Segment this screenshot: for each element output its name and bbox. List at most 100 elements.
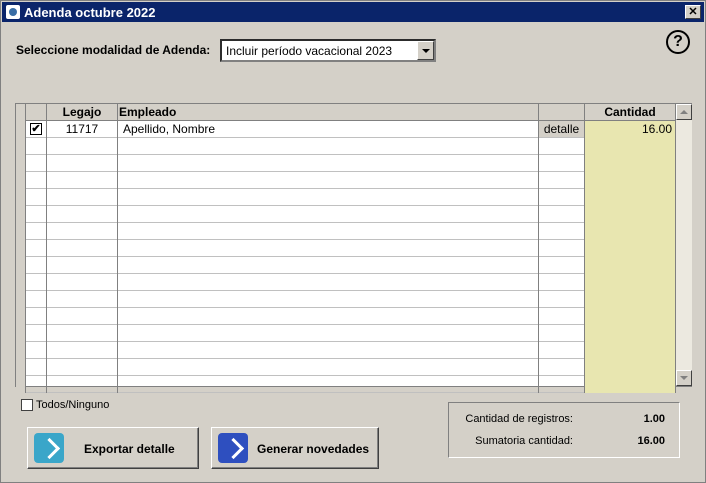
empty-cell — [26, 257, 47, 274]
empty-cell — [16, 172, 26, 189]
empty-row[interactable] — [16, 189, 676, 206]
detalle-button[interactable]: detalle — [539, 121, 584, 137]
empty-cell — [585, 138, 676, 155]
empty-cell — [47, 274, 118, 291]
mode-select[interactable]: Incluir período vacacional 2023 — [220, 39, 436, 62]
scroll-up-icon[interactable] — [676, 104, 692, 120]
table-row[interactable]: ✔ 11717 Apellido, Nombre detalle 16.00 — [16, 121, 676, 138]
empty-row[interactable] — [16, 155, 676, 172]
cell-legajo: 11717 — [47, 121, 118, 138]
header-detalle — [539, 104, 585, 121]
empty-cell — [26, 308, 47, 325]
empty-cell — [585, 342, 676, 359]
empty-cell — [26, 189, 47, 206]
empty-row[interactable] — [16, 308, 676, 325]
empty-cell — [16, 291, 26, 308]
empty-cell — [539, 240, 585, 257]
empty-cell — [118, 325, 539, 342]
empty-cell — [16, 308, 26, 325]
select-all-checkbox[interactable] — [21, 399, 33, 411]
empty-row[interactable] — [16, 274, 676, 291]
row-check-cell[interactable]: ✔ — [26, 121, 47, 138]
mode-select-value: Incluir período vacacional 2023 — [226, 44, 393, 58]
header-cantidad[interactable]: Cantidad — [585, 104, 676, 121]
empty-row[interactable] — [16, 342, 676, 359]
empty-cell — [585, 172, 676, 189]
empty-cell — [539, 206, 585, 223]
empty-row[interactable] — [16, 172, 676, 189]
row-indicator — [16, 121, 26, 138]
empty-row[interactable] — [16, 325, 676, 342]
row-checkbox[interactable]: ✔ — [30, 123, 42, 135]
chevron-down-icon[interactable] — [417, 41, 434, 60]
empty-row[interactable] — [16, 240, 676, 257]
empty-cell — [26, 291, 47, 308]
empty-cell — [26, 206, 47, 223]
header-legajo[interactable]: Legajo — [47, 104, 118, 121]
empty-cell — [539, 376, 585, 393]
generate-icon — [218, 433, 248, 463]
empty-cell — [585, 274, 676, 291]
empty-row[interactable] — [16, 257, 676, 274]
export-icon — [34, 433, 64, 463]
empty-cell — [16, 138, 26, 155]
empty-cell — [118, 376, 539, 393]
adenda-window: Adenda octubre 2022 ✕ ? Seleccione modal… — [0, 0, 706, 483]
record-count-label: Cantidad de registros: — [465, 413, 573, 425]
scroll-down-icon[interactable] — [676, 370, 692, 386]
empty-cell — [47, 257, 118, 274]
empty-cell — [16, 189, 26, 206]
empty-cell — [585, 308, 676, 325]
cell-detalle[interactable]: detalle — [539, 121, 585, 138]
empty-cell — [585, 291, 676, 308]
empty-cell — [16, 257, 26, 274]
empty-row[interactable] — [16, 138, 676, 155]
empty-cell — [16, 359, 26, 376]
empty-cell — [585, 240, 676, 257]
empty-row[interactable] — [16, 291, 676, 308]
vertical-scrollbar[interactable] — [676, 104, 692, 386]
title-bar[interactable]: Adenda octubre 2022 ✕ — [2, 2, 704, 22]
empty-cell — [26, 274, 47, 291]
empty-cell — [26, 138, 47, 155]
empty-cell — [539, 172, 585, 189]
empty-cell — [26, 342, 47, 359]
mode-label: Seleccione modalidad de Adenda: — [16, 43, 211, 57]
empty-cell — [26, 172, 47, 189]
quantity-sum-value: 16.00 — [637, 435, 665, 447]
help-icon[interactable]: ? — [666, 30, 690, 54]
generate-news-button[interactable]: Generar novedades — [211, 427, 379, 469]
empty-cell — [539, 308, 585, 325]
empty-cell — [47, 291, 118, 308]
empty-cell — [539, 138, 585, 155]
empty-cell — [47, 206, 118, 223]
select-all-label[interactable]: Todos/Ninguno — [36, 399, 109, 411]
empty-cell — [585, 189, 676, 206]
empty-cell — [118, 342, 539, 359]
empty-row[interactable] — [16, 376, 676, 393]
empty-row[interactable] — [16, 206, 676, 223]
generate-news-label: Generar novedades — [257, 442, 370, 456]
empty-cell — [16, 376, 26, 393]
empty-cell — [47, 155, 118, 172]
empty-cell — [539, 189, 585, 206]
empty-cell — [47, 189, 118, 206]
close-button[interactable]: ✕ — [685, 5, 701, 19]
empty-cell — [47, 138, 118, 155]
cell-empleado: Apellido, Nombre — [118, 121, 539, 138]
employee-grid: Legajo Empleado Cantidad ✔ 11717 Apellid… — [15, 103, 692, 393]
record-count-value: 1.00 — [643, 413, 665, 425]
empty-cell — [26, 359, 47, 376]
cell-cantidad[interactable]: 16.00 — [585, 121, 676, 138]
empty-cell — [539, 274, 585, 291]
empty-cell — [539, 342, 585, 359]
empty-cell — [47, 172, 118, 189]
empty-row[interactable] — [16, 223, 676, 240]
header-empleado[interactable]: Empleado — [118, 104, 539, 121]
empty-row[interactable] — [16, 359, 676, 376]
empty-cell — [539, 257, 585, 274]
export-detail-button[interactable]: Exportar detalle — [27, 427, 199, 469]
empty-cell — [118, 223, 539, 240]
empty-cell — [118, 155, 539, 172]
empty-cell — [16, 206, 26, 223]
